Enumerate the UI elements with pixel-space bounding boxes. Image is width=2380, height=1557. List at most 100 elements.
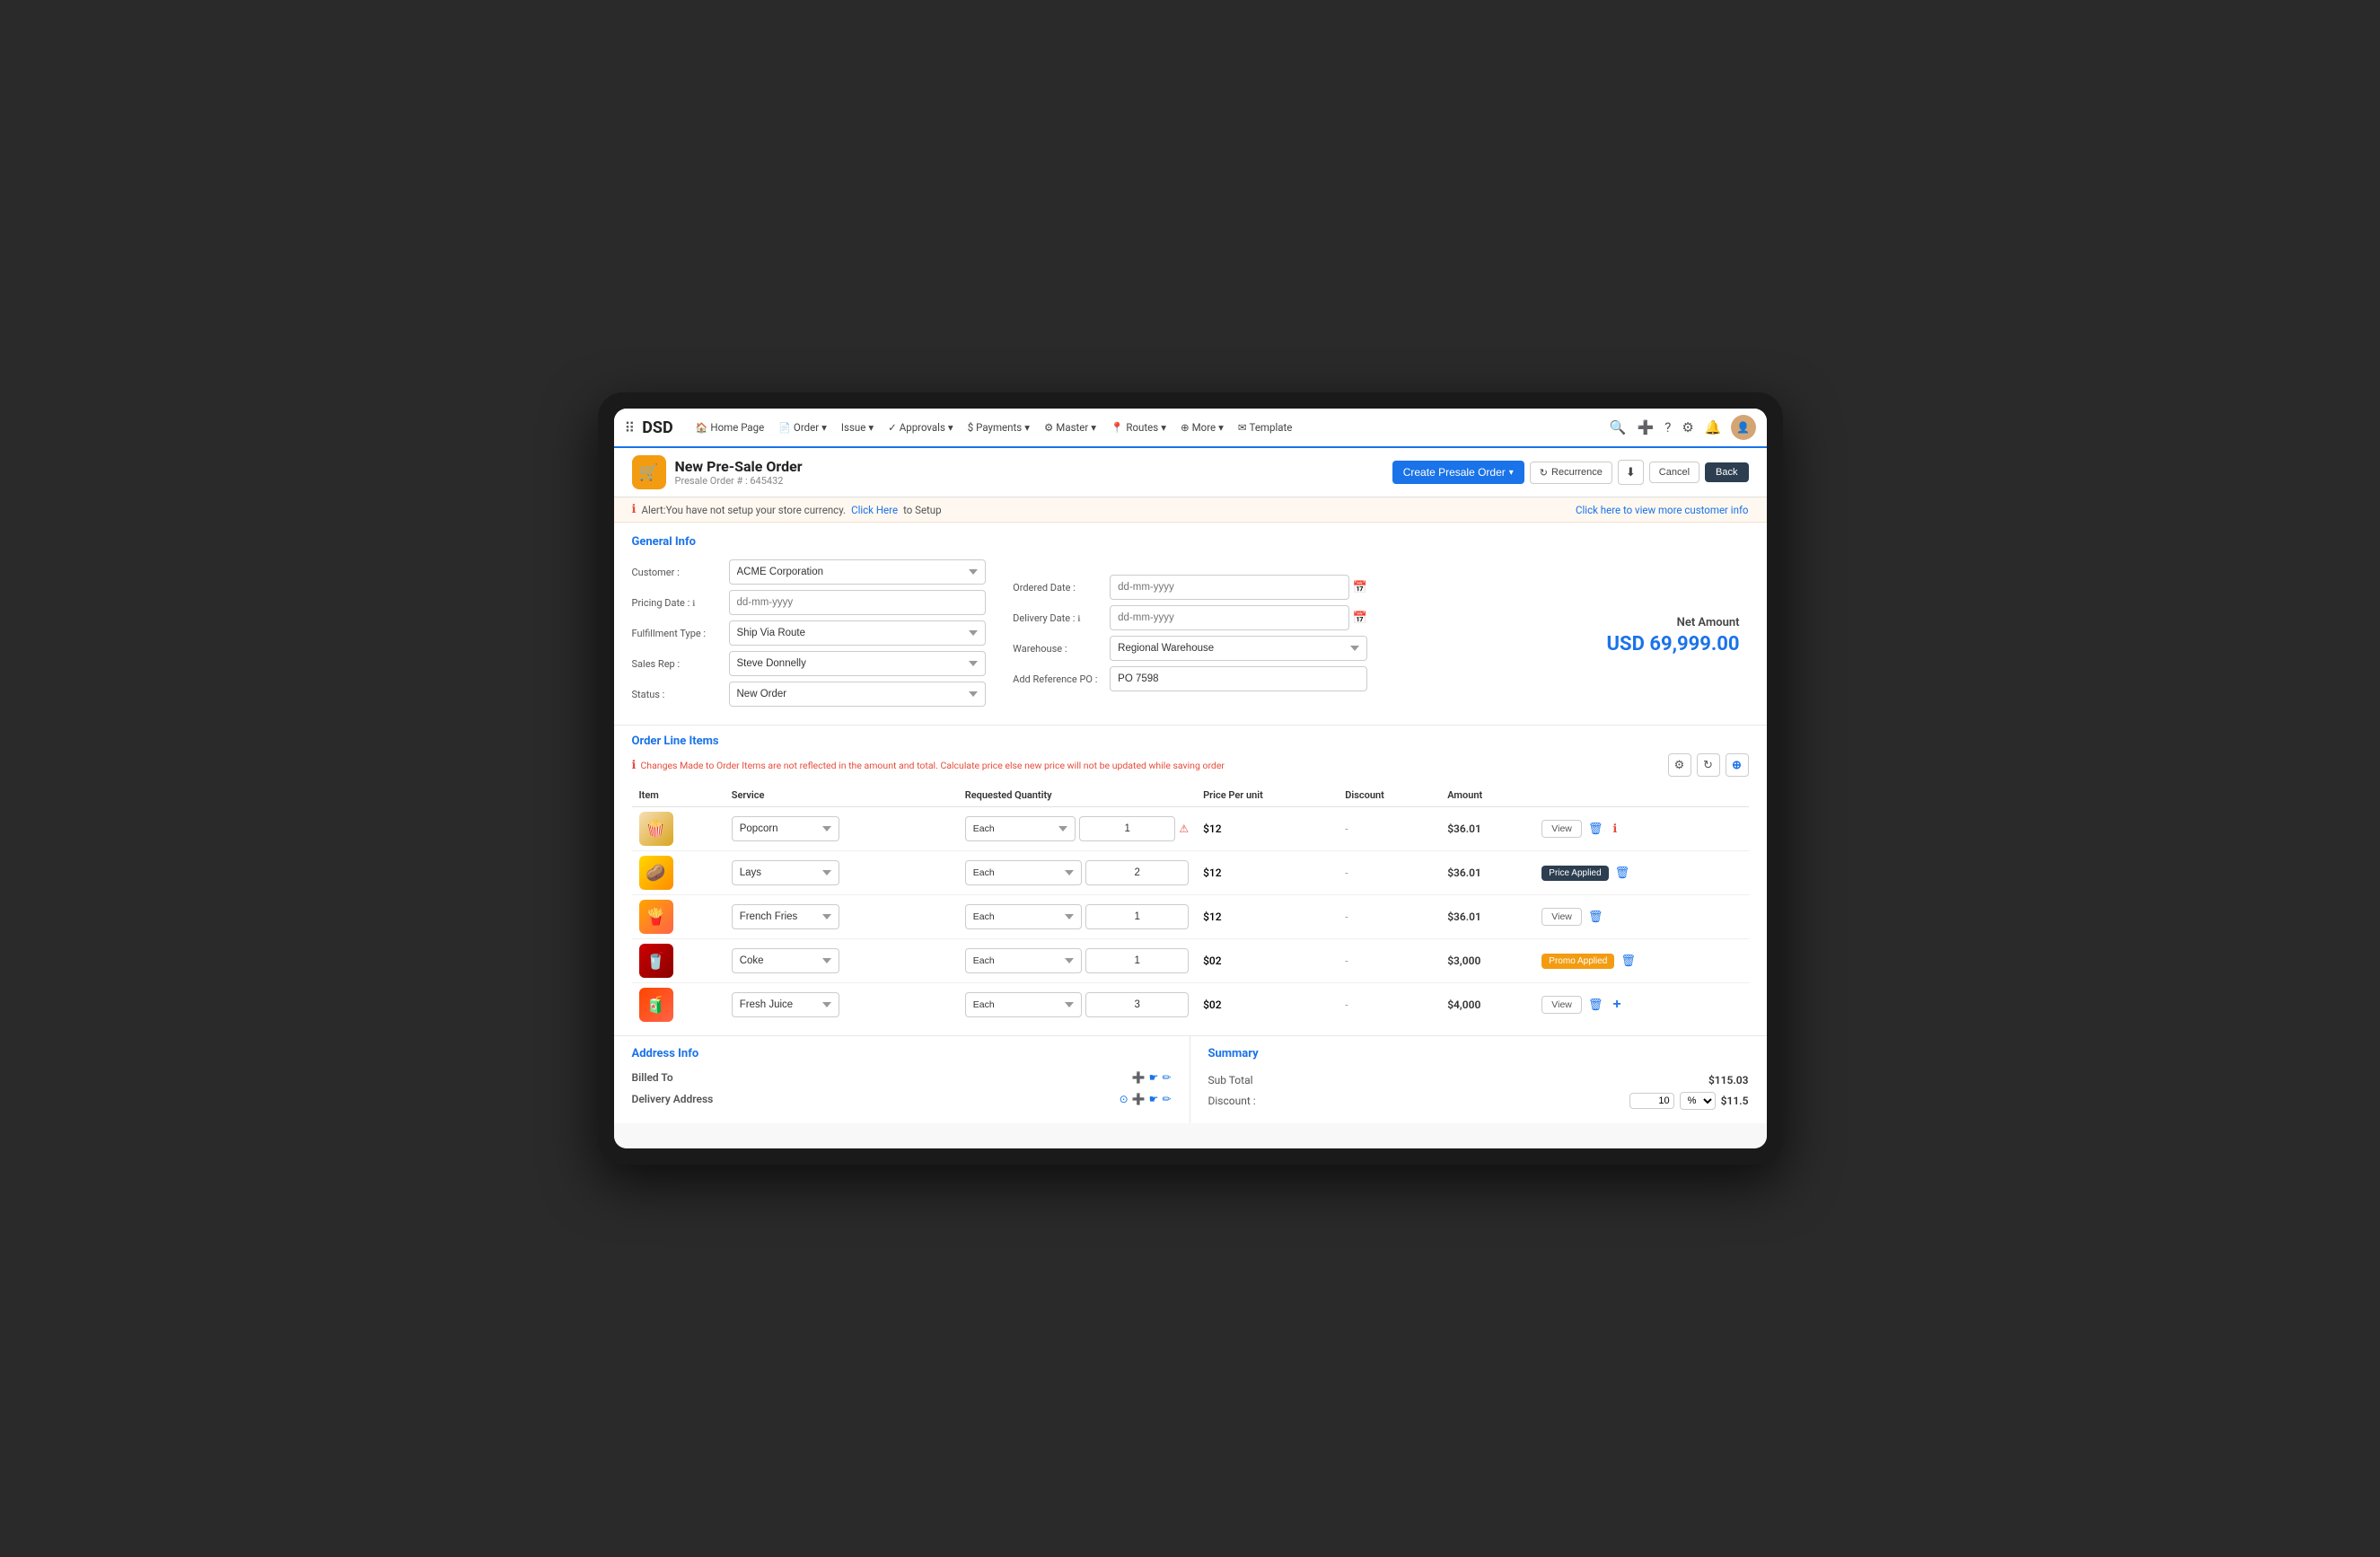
page-icon: 🛒 <box>632 455 666 489</box>
delivery-address-label: Delivery Address <box>632 1093 714 1105</box>
unit-select[interactable]: Each <box>965 948 1083 973</box>
view-customer-info-link[interactable]: Click here to view more customer info <box>1576 504 1749 516</box>
download-button[interactable]: ⬇ <box>1618 460 1644 485</box>
table-row: 🍟French FriesEach$12-$36.01View🗑 <box>632 895 1749 939</box>
delivery-edit-icon[interactable]: ✏ <box>1162 1093 1171 1105</box>
status-select[interactable]: New Order <box>729 682 987 707</box>
sales-rep-select[interactable]: Steve Donnelly <box>729 651 987 676</box>
promo-applied-button[interactable]: Promo Applied <box>1541 954 1614 969</box>
add-icon[interactable]: ➕ <box>1636 418 1656 437</box>
order-chevron-icon: ▾ <box>821 421 827 434</box>
settings-icon[interactable]: ⚙ <box>1680 418 1695 437</box>
delivery-date-input[interactable] <box>1110 605 1348 630</box>
notifications-icon[interactable]: 🔔 <box>1703 418 1724 437</box>
grid-menu-icon[interactable]: ⠿ <box>625 419 636 436</box>
quantity-input[interactable] <box>1085 992 1189 1017</box>
delivery-date-row: Delivery Date : ℹ 📅 <box>1013 605 1367 630</box>
nav-more[interactable]: ⊕ More ▾ <box>1174 418 1230 437</box>
ordered-date-input[interactable] <box>1110 575 1348 600</box>
unit-select[interactable]: Each <box>965 904 1083 929</box>
view-button[interactable]: View <box>1541 908 1582 926</box>
help-icon[interactable]: ? <box>1663 418 1673 437</box>
service-select[interactable]: French Fries <box>732 904 839 929</box>
search-icon[interactable]: 🔍 <box>1608 418 1629 437</box>
billed-to-row: Billed To ➕ ☛ ✏ <box>632 1071 1172 1084</box>
quantity-wrapper: Each⚠ <box>965 816 1189 841</box>
service-select[interactable]: Fresh Juice <box>732 992 839 1017</box>
settings-action-button[interactable]: ⚙ <box>1668 753 1691 777</box>
price-applied-button[interactable]: Price Applied <box>1541 866 1608 881</box>
pricing-date-label: Pricing Date : ℹ <box>632 597 722 609</box>
delete-button[interactable]: 🗑 <box>1585 908 1607 926</box>
discount-row: Discount : 10 % $ $11.5 <box>1208 1089 1749 1113</box>
address-section: Address Info Billed To ➕ ☛ ✏ Delivery Ad… <box>614 1036 1190 1123</box>
drag-address-icon[interactable]: ☛ <box>1149 1071 1159 1084</box>
more-icon: ⊕ <box>1181 421 1190 434</box>
view-button[interactable]: View <box>1541 996 1582 1014</box>
nav-approvals[interactable]: ✓ Approvals ▾ <box>882 418 960 437</box>
discount-unit-select[interactable]: % $ <box>1680 1092 1716 1110</box>
sales-rep-row: Sales Rep : Steve Donnelly <box>632 651 987 676</box>
nav-payments[interactable]: $ Payments ▾ <box>962 418 1036 437</box>
nav-order[interactable]: 📄 Order ▾ <box>772 418 833 437</box>
cancel-button[interactable]: Cancel <box>1649 462 1699 483</box>
download-icon: ⬇ <box>1626 465 1636 479</box>
service-select[interactable]: Popcorn <box>732 816 839 841</box>
delivery-location-icon[interactable]: ⊙ <box>1120 1093 1129 1105</box>
avatar[interactable]: 👤 <box>1731 415 1756 440</box>
item-thumbnail: 🍿 <box>639 812 673 846</box>
delete-button[interactable]: 🗑 <box>1612 864 1634 882</box>
edit-address-icon[interactable]: ✏ <box>1162 1071 1171 1084</box>
unit-select[interactable]: Each <box>965 816 1076 841</box>
quantity-input[interactable] <box>1085 860 1189 885</box>
fulfillment-select[interactable]: Ship Via Route <box>729 620 987 646</box>
delete-button[interactable]: 🗑 <box>1585 996 1607 1014</box>
quantity-input[interactable] <box>1085 948 1189 973</box>
unit-select[interactable]: Each <box>965 992 1083 1017</box>
warehouse-label: Warehouse : <box>1013 643 1102 655</box>
quantity-input[interactable] <box>1079 816 1175 841</box>
unit-select[interactable]: Each <box>965 860 1083 885</box>
service-select[interactable]: Lays <box>732 860 839 885</box>
refresh-action-button[interactable]: ↻ <box>1697 753 1720 777</box>
page-subtitle: Presale Order # : 645432 <box>675 475 803 487</box>
nav-issue[interactable]: Issue ▾ <box>835 418 880 437</box>
order-line-actions: ⚙ ↻ ⊕ <box>1668 753 1749 777</box>
discount-input-area: 10 % $ $11.5 <box>1629 1092 1749 1110</box>
delivery-date-label: Delivery Date : ℹ <box>1013 612 1102 624</box>
info-button[interactable]: ℹ <box>1609 820 1620 838</box>
alert-click-here-link[interactable]: Click Here <box>851 504 898 516</box>
delete-button[interactable]: 🗑 <box>1617 952 1639 970</box>
view-button[interactable]: View <box>1541 820 1582 838</box>
discount-label: Discount : <box>1208 1095 1256 1107</box>
delivery-date-calendar-icon[interactable]: 📅 <box>1353 611 1367 625</box>
billed-to-label: Billed To <box>632 1071 673 1084</box>
discount-value-input[interactable]: 10 <box>1629 1093 1674 1109</box>
create-presale-order-button[interactable]: Create Presale Order ▾ <box>1392 461 1524 484</box>
reference-po-input[interactable]: PO 7598 <box>1110 666 1367 691</box>
delivery-drag-icon[interactable]: ☛ <box>1149 1093 1159 1105</box>
service-select[interactable]: Coke <box>732 948 839 973</box>
customer-select[interactable]: ACME Corporation <box>729 559 987 585</box>
nav-routes[interactable]: 📍 Routes ▾ <box>1104 418 1172 437</box>
table-row: 🧃Fresh JuiceEach$02-$4,000View🗑+ <box>632 983 1749 1027</box>
pricing-date-input[interactable] <box>729 590 987 615</box>
ordered-date-calendar-icon[interactable]: 📅 <box>1353 581 1367 594</box>
add-item-action-button[interactable]: ⊕ <box>1726 753 1749 777</box>
price-per-unit: $02 <box>1196 983 1338 1027</box>
nav-master[interactable]: ⚙ Master ▾ <box>1038 418 1102 437</box>
warehouse-select[interactable]: Regional Warehouse <box>1110 636 1367 661</box>
delete-button[interactable]: 🗑 <box>1585 820 1607 838</box>
customer-row: Customer : ACME Corporation <box>632 559 987 585</box>
item-thumbnail: 🥔 <box>639 856 673 890</box>
delivery-add-icon[interactable]: ➕ <box>1132 1093 1146 1105</box>
recurrence-button[interactable]: ↻ Recurrence <box>1530 462 1612 484</box>
nav-template[interactable]: ✉ Template <box>1232 418 1299 437</box>
nav-home[interactable]: 🏠 Home Page <box>689 418 771 437</box>
quantity-input[interactable] <box>1085 904 1189 929</box>
add-address-icon[interactable]: ➕ <box>1132 1071 1146 1084</box>
add-row-button[interactable]: + <box>1609 995 1624 1015</box>
item-discount: - <box>1338 983 1440 1027</box>
back-button[interactable]: Back <box>1705 462 1748 482</box>
gear-icon: ⚙ <box>1044 421 1053 434</box>
